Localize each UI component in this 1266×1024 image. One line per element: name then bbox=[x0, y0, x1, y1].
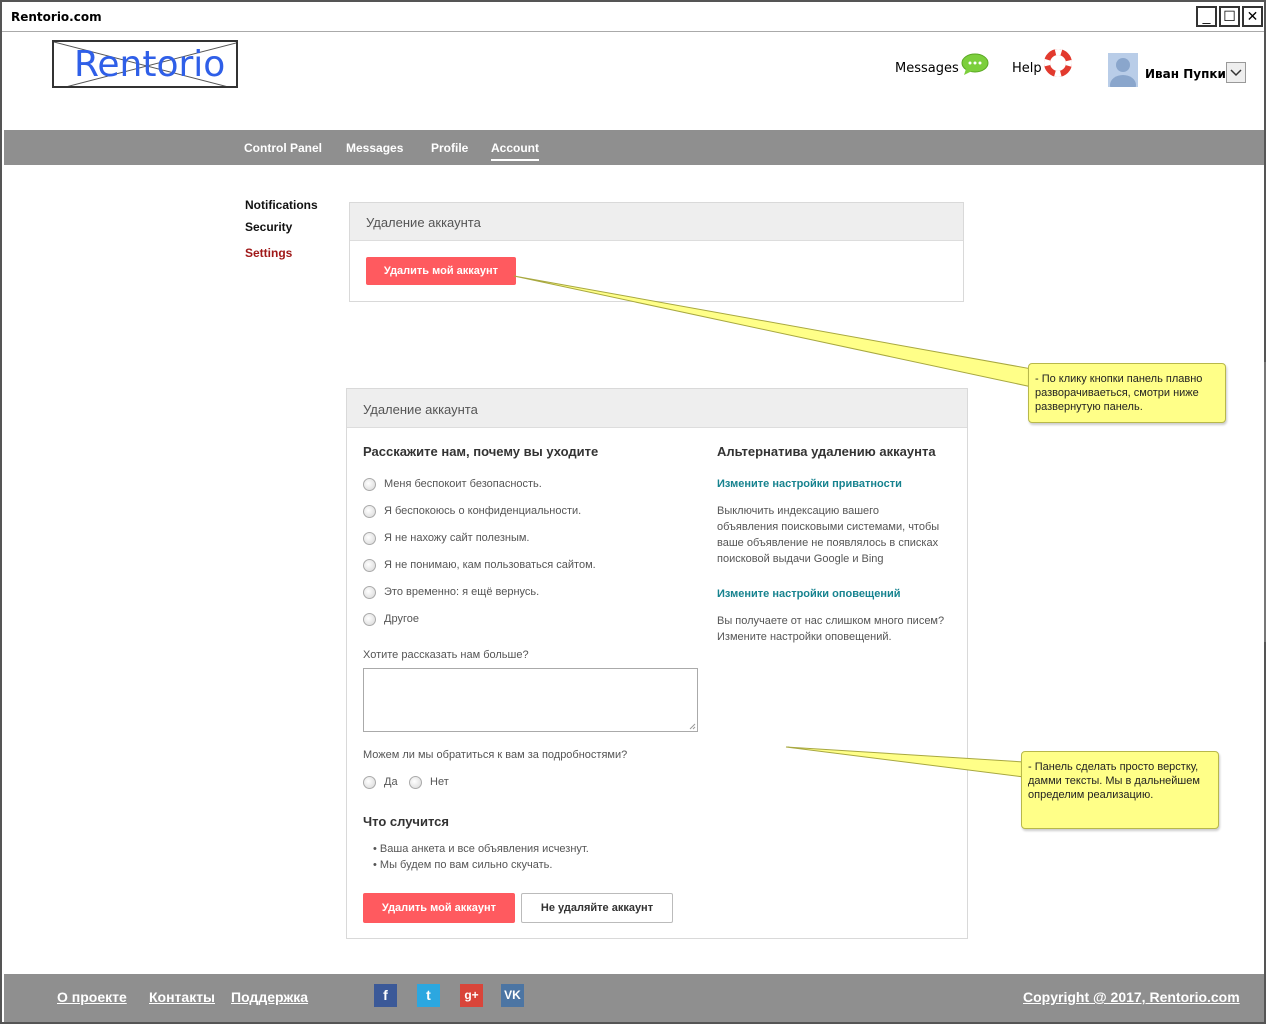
footer-link-support[interactable]: Поддержка bbox=[231, 989, 308, 1005]
browser-window: Rentorio.com _ ☐ ✕ Rentorio Messages Hel… bbox=[0, 0, 1266, 1024]
annotation-note: - По клику кнопки панель плавно разворач… bbox=[1028, 363, 1226, 423]
copyright-link[interactable]: Copyright @ 2017, Rentorio.com bbox=[1023, 989, 1240, 1005]
annotation-connectors bbox=[513, 275, 1033, 778]
facebook-icon[interactable]: f bbox=[374, 984, 397, 1007]
twitter-icon[interactable]: t bbox=[417, 984, 440, 1007]
annotation-note: - Панель сделать просто верстку, дамми т… bbox=[1021, 751, 1219, 829]
google-plus-icon[interactable]: g+ bbox=[460, 984, 483, 1007]
footer-link-contacts[interactable]: Контакты bbox=[149, 989, 215, 1005]
footer-link-about[interactable]: О проекте bbox=[57, 989, 127, 1005]
vk-icon[interactable]: VK bbox=[501, 984, 524, 1007]
footer: О проекте Контакты Поддержка f t g+ VK C… bbox=[4, 974, 1264, 1022]
